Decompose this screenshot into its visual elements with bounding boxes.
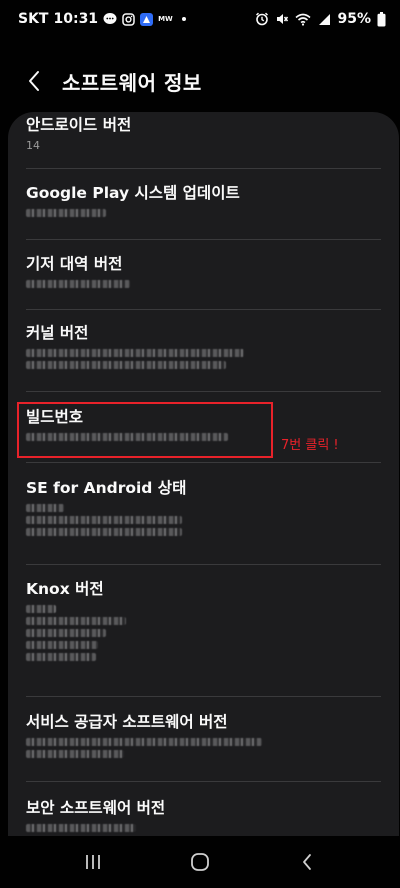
list-item-google-play-update[interactable]: Google Play 시스템 업데이트 — [8, 183, 399, 217]
mute-icon — [275, 12, 289, 26]
divider — [26, 239, 381, 240]
redacted-value — [26, 617, 126, 625]
back-nav-button[interactable] — [282, 842, 332, 882]
list-item-security-sw[interactable]: 보안 소프트웨어 버전 — [8, 798, 399, 832]
back-button[interactable] — [12, 59, 56, 103]
list-item-knox-version[interactable]: Knox 버전 — [8, 579, 399, 661]
redacted-value — [26, 641, 98, 649]
redacted-value — [26, 280, 130, 288]
recents-icon — [86, 855, 101, 869]
redacted-value — [26, 629, 106, 637]
item-title: SE for Android 상태 — [26, 479, 187, 497]
redacted-value — [26, 349, 244, 357]
redacted-value — [26, 653, 96, 661]
list-item-kernel-version[interactable]: 커널 버전 — [8, 323, 399, 369]
divider — [26, 564, 381, 565]
redacted-value — [26, 750, 124, 758]
alarm-icon — [255, 12, 269, 26]
item-value: 14 — [26, 139, 40, 152]
list-item-android-version[interactable]: 안드로이드 버전 14 — [8, 115, 399, 153]
recents-button[interactable] — [68, 842, 118, 882]
wifi-icon — [295, 13, 312, 26]
list-item-service-provider-sw[interactable]: 서비스 공급자 소프트웨어 버전 — [8, 712, 399, 758]
chevron-left-icon — [29, 71, 39, 91]
divider — [26, 781, 381, 782]
highlight-box — [17, 402, 273, 458]
blue-app-icon — [140, 12, 154, 26]
status-bar: SKT 10:31 MW 95% — [0, 0, 400, 38]
item-title: 기저 대역 버전 — [26, 255, 123, 273]
status-right: 95% — [255, 11, 386, 27]
redacted-value — [26, 209, 106, 217]
page-header: 소프트웨어 정보 — [0, 58, 400, 104]
divider — [26, 462, 381, 463]
dot-icon — [181, 17, 186, 21]
redacted-value — [26, 361, 226, 369]
battery-icon — [377, 11, 386, 27]
message-icon — [103, 12, 117, 26]
divider — [26, 168, 381, 169]
home-icon — [191, 853, 209, 871]
mw-app-icon: MW — [158, 15, 173, 23]
list-item-baseband-version[interactable]: 기저 대역 버전 — [8, 254, 399, 288]
carrier-label: SKT — [18, 11, 49, 27]
list-item-se-android-status[interactable]: SE for Android 상태 — [8, 478, 399, 536]
clock: 10:31 — [53, 11, 99, 27]
battery-level: 95% — [337, 11, 371, 27]
page-title: 소프트웨어 정보 — [62, 70, 202, 95]
item-title: Google Play 시스템 업데이트 — [26, 184, 240, 202]
signal-icon — [317, 13, 331, 26]
status-left: SKT 10:31 MW — [18, 11, 186, 27]
navigation-bar — [0, 836, 400, 888]
item-title: 서비스 공급자 소프트웨어 버전 — [26, 713, 228, 731]
redacted-value — [26, 516, 182, 524]
item-title: 안드로이드 버전 — [26, 116, 132, 134]
instagram-icon — [122, 12, 135, 26]
divider — [26, 309, 381, 310]
home-button[interactable] — [175, 842, 225, 882]
redacted-value — [26, 738, 262, 746]
item-title: 보안 소프트웨어 버전 — [26, 799, 166, 817]
divider — [26, 391, 381, 392]
software-info-list: 안드로이드 버전 14 Google Play 시스템 업데이트 기저 대역 버… — [8, 112, 399, 836]
item-title: 커널 버전 — [26, 324, 89, 342]
annotation-text: 7번 클릭 ! — [281, 438, 339, 453]
redacted-value — [26, 605, 56, 613]
redacted-value — [26, 824, 136, 832]
item-title: Knox 버전 — [26, 580, 104, 598]
back-icon — [302, 854, 311, 870]
redacted-value — [26, 528, 182, 536]
divider — [26, 696, 381, 697]
redacted-value — [26, 504, 64, 512]
